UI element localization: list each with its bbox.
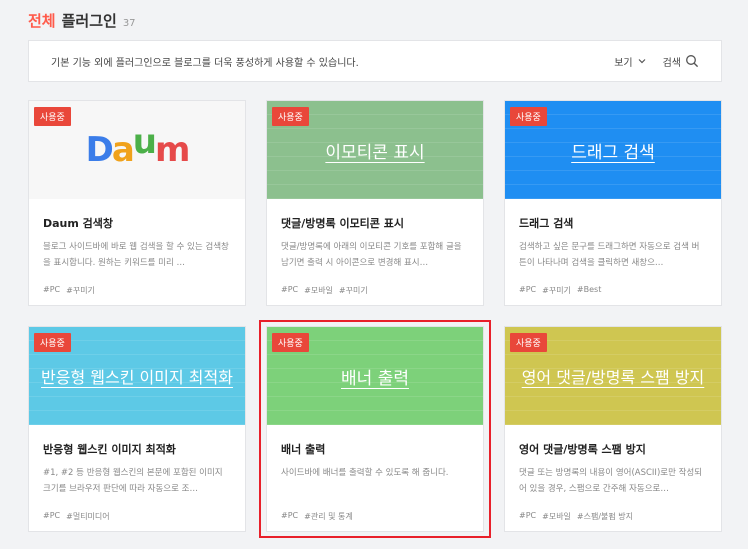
description-text: 기본 기능 외에 플러그인으로 블로그를 더욱 풍성하게 사용할 수 있습니다. bbox=[51, 57, 359, 69]
card-tag: #꾸미기 bbox=[542, 286, 571, 295]
card-tag: #PC bbox=[281, 285, 299, 294]
in-use-badge: 사용중 bbox=[510, 107, 547, 126]
thumbnail-title: 이모티콘 표시 bbox=[325, 142, 425, 163]
card-tag: #PC bbox=[519, 285, 537, 294]
card-name: 영어 댓글/방명록 스팸 방지 bbox=[519, 443, 646, 456]
plugin-count: 37 bbox=[122, 18, 136, 29]
view-dropdown[interactable]: 보기 bbox=[614, 54, 646, 69]
in-use-badge: 사용중 bbox=[272, 333, 309, 352]
page-title-text: 플러그인 bbox=[61, 12, 117, 30]
card-thumbnail: 사용중 반응형 웹스킨 이미지 최적화 bbox=[29, 327, 245, 425]
page-title-accent: 전체 bbox=[28, 12, 56, 30]
card-name: 반응형 웹스킨 이미지 최적화 bbox=[43, 443, 176, 456]
thumbnail-title: 드래그 검색 bbox=[571, 142, 655, 163]
card-thumbnail: 사용중 이모티콘 표시 bbox=[267, 101, 483, 199]
card-description: 댓글 또는 방명록의 내용이 영어(ASCII)로만 작성되어 있을 경우, 스… bbox=[519, 468, 703, 494]
in-use-badge: 사용중 bbox=[34, 333, 71, 352]
in-use-badge: 사용중 bbox=[510, 333, 547, 352]
search-label: 검색 bbox=[662, 57, 681, 69]
daum-logo-icon: Daum bbox=[85, 122, 191, 170]
thumbnail-title: 배너 출력 bbox=[341, 368, 409, 389]
card-tag: #꾸미기 bbox=[338, 286, 368, 295]
card-description: 댓글/방명록에 아래의 이모티콘 기호를 포함해 글을 남기면 출력 시 아이콘… bbox=[281, 242, 462, 268]
chevron-down-icon bbox=[638, 59, 646, 64]
selection-highlight bbox=[259, 320, 491, 538]
card-description: 검색하고 싶은 문구를 드래그하면 자동으로 검색 버튼이 나타나며 검색을 클… bbox=[519, 242, 700, 268]
card-thumbnail: 사용중 Daum bbox=[29, 101, 245, 199]
card-thumbnail: 사용중 영어 댓글/방명록 스팸 방지 bbox=[505, 327, 721, 425]
plugin-card-responsive-image[interactable]: 사용중 반응형 웹스킨 이미지 최적화 반응형 웹스킨 이미지 최적화 #1, … bbox=[28, 326, 246, 532]
card-tags: #PC #모바일 #꾸미기 bbox=[281, 285, 469, 296]
plugin-card-daum[interactable]: 사용중 Daum Daum 검색창 블로그 사이드바에 바로 웹 검색을 할 수… bbox=[28, 100, 246, 306]
card-tag: #PC bbox=[43, 285, 61, 294]
card-tag: #Best bbox=[576, 285, 602, 294]
plugin-card-drag-search[interactable]: 사용중 드래그 검색 드래그 검색 검색하고 싶은 문구를 드래그하면 자동으로… bbox=[504, 100, 722, 306]
card-tags: #PC #꾸미기 #Best bbox=[519, 285, 707, 296]
card-name: 댓글/방명록 이모티콘 표시 bbox=[281, 217, 404, 230]
search-button[interactable]: 검색 bbox=[663, 54, 699, 69]
in-use-badge: 사용중 bbox=[34, 107, 71, 126]
card-description: 블로그 사이드바에 바로 웹 검색을 할 수 있는 검색창을 표시합니다. 원하… bbox=[43, 242, 229, 268]
card-description: #1, #2 등 반응형 웹스킨의 본문에 포함된 이미지 크기를 브라우저 판… bbox=[43, 468, 223, 494]
thumbnail-title: 반응형 웹스킨 이미지 최적화 bbox=[41, 368, 233, 387]
thumbnail-title: 영어 댓글/방명록 스팸 방지 bbox=[521, 368, 705, 387]
view-label: 보기 bbox=[614, 57, 633, 69]
plugin-card-spam-block[interactable]: 사용중 영어 댓글/방명록 스팸 방지 영어 댓글/방명록 스팸 방지 댓글 또… bbox=[504, 326, 722, 532]
page-title: 전체 플러그인 37 bbox=[28, 10, 136, 31]
card-tag: #멀티미디어 bbox=[66, 512, 110, 521]
card-name: Daum 검색창 bbox=[43, 217, 114, 230]
description-bar: 기본 기능 외에 플러그인으로 블로그를 더욱 풍성하게 사용할 수 있습니다.… bbox=[28, 40, 722, 82]
card-tags: #PC #꾸미기 bbox=[43, 285, 231, 296]
in-use-badge: 사용중 bbox=[272, 107, 309, 126]
toolbar: 보기 검색 bbox=[614, 54, 699, 69]
card-tag: #PC bbox=[43, 511, 61, 520]
card-tags: #PC #모바일 #스팸/불펌 방지 bbox=[519, 511, 707, 522]
card-tag: #꾸미기 bbox=[66, 286, 95, 295]
plugin-card-emoticon[interactable]: 사용중 이모티콘 표시 댓글/방명록 이모티콘 표시 댓글/방명록에 아래의 이… bbox=[266, 100, 484, 306]
card-tag: #PC bbox=[519, 511, 537, 520]
card-thumbnail: 사용중 드래그 검색 bbox=[505, 101, 721, 199]
card-tag: #모바일 bbox=[304, 286, 333, 295]
card-tag: #모바일 bbox=[542, 512, 571, 521]
card-tags: #PC #멀티미디어 bbox=[43, 511, 231, 522]
card-tag: #스팸/불펌 방지 bbox=[576, 512, 634, 521]
card-name: 드래그 검색 bbox=[519, 217, 574, 230]
search-icon bbox=[686, 55, 699, 68]
